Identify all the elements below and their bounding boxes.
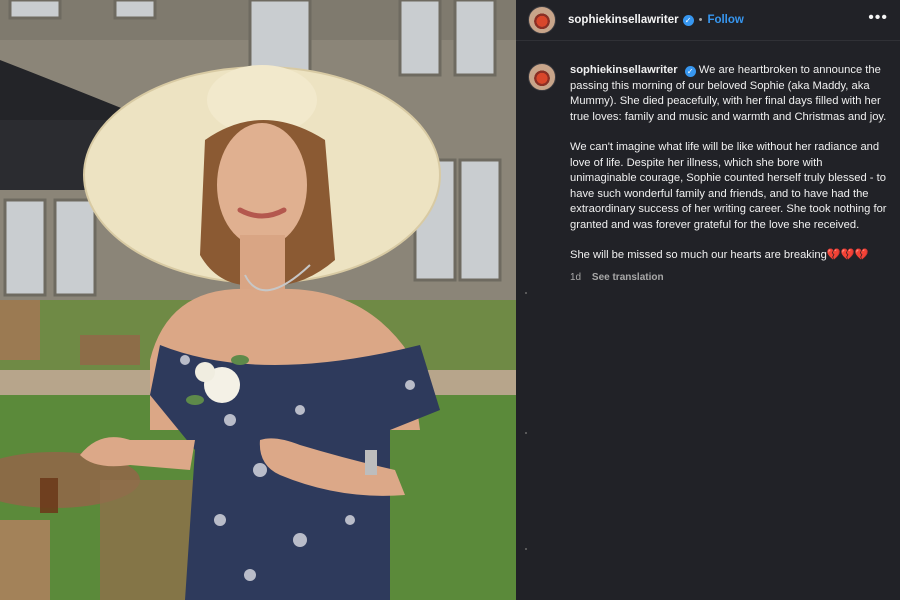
caption-verified-badge-icon: ✓ — [684, 66, 696, 77]
header-avatar[interactable] — [528, 6, 556, 34]
scroll-marker — [525, 292, 527, 294]
follow-button[interactable]: Follow — [707, 14, 743, 26]
post-timestamp[interactable]: 1d — [570, 272, 581, 283]
verified-badge-icon: ✓ — [682, 14, 694, 26]
post-photo[interactable] — [0, 0, 516, 600]
caption-paragraph-2: We can't imagine what life will be like … — [570, 141, 887, 231]
caption-username[interactable]: sophiekinsellawriter — [570, 64, 678, 76]
header-separator: • — [698, 14, 703, 26]
post-panel: sophiekinsellawriter ✓ • Follow ••• soph… — [516, 0, 900, 600]
header-username[interactable]: sophiekinsellawriter — [568, 14, 679, 26]
scroll-marker — [525, 432, 527, 434]
caption-paragraph-3: She will be missed so much our hearts ar… — [570, 249, 869, 261]
photo-illustration — [0, 0, 516, 600]
scroll-marker — [525, 548, 527, 550]
caption-block: sophiekinsellawriter ✓ We are heartbroke… — [516, 41, 900, 285]
post-header: sophiekinsellawriter ✓ • Follow ••• — [516, 0, 900, 41]
more-options-icon[interactable]: ••• — [868, 10, 888, 26]
caption-meta: 1d See translation — [570, 270, 888, 286]
see-translation-link[interactable]: See translation — [592, 272, 664, 283]
caption-avatar[interactable] — [528, 63, 556, 91]
caption-body: sophiekinsellawriter ✓ We are heartbroke… — [570, 63, 888, 285]
